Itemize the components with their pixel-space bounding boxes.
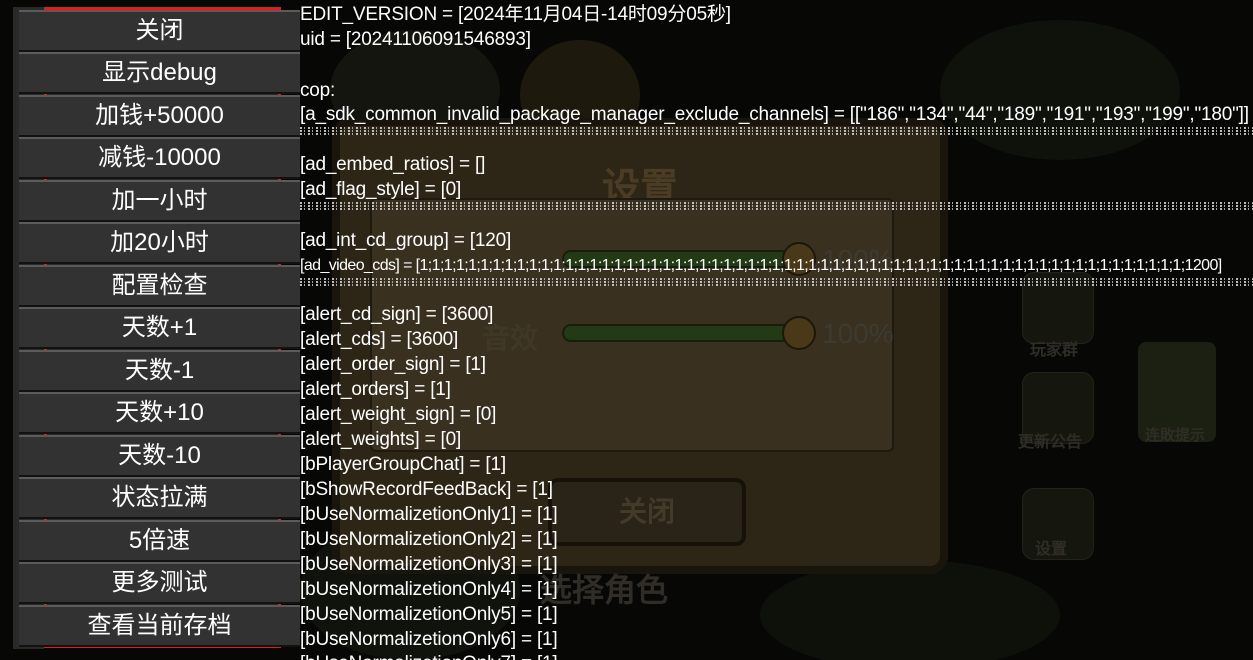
menu-item-day-plus-1[interactable]: 天数+1 bbox=[19, 307, 300, 349]
menu-item-add-money[interactable]: 加钱+50000 bbox=[19, 95, 300, 137]
log-entry: [a_sdk_common_invalid_package_manager_ex… bbox=[300, 104, 1249, 125]
log-entry: [bUseNormalizetionOnly5] = [1] bbox=[300, 604, 558, 625]
menu-item-add-one-hour[interactable]: 加一小时 bbox=[19, 180, 300, 222]
menu-item-day-minus-10[interactable]: 天数-10 bbox=[19, 435, 300, 477]
log-entry: [bUseNormalizetionOnly3] = [1] bbox=[300, 554, 558, 575]
log-entry: [alert_cd_sign] = [3600] bbox=[300, 304, 494, 325]
log-entry: [bUseNormalizetionOnly2] = [1] bbox=[300, 529, 558, 550]
menu-item-add-twenty-hours[interactable]: 加20小时 bbox=[19, 222, 300, 264]
menu-item-close[interactable]: 关闭 bbox=[19, 10, 300, 52]
menu-item-view-save[interactable]: 查看当前存档 bbox=[19, 605, 300, 647]
menu-item-5x-speed[interactable]: 5倍速 bbox=[19, 520, 300, 562]
menu-item-day-minus-1[interactable]: 天数-1 bbox=[19, 350, 300, 392]
menu-item-day-plus-10[interactable]: 天数+10 bbox=[19, 392, 300, 434]
menu-item-sub-money[interactable]: 减钱-10000 bbox=[19, 137, 300, 179]
menu-item-config-check[interactable]: 配置检查 bbox=[19, 265, 300, 307]
log-entry: [alert_order_sign] = [1] bbox=[300, 354, 486, 375]
log-entry: [bUseNormalizetionOnly4] = [1] bbox=[300, 579, 558, 600]
log-uid: uid = [20241106091546893] bbox=[300, 29, 531, 50]
log-cop-header: cop: bbox=[300, 80, 336, 101]
menu-item-more-tests[interactable]: 更多测试 bbox=[19, 562, 300, 604]
log-entry: [ad_video_cds] = [1;1;1;1;1;1;1;1;1;1;1;… bbox=[300, 257, 1222, 274]
log-entry: [bUseNormalizetionOnly1] = [1] bbox=[300, 504, 558, 525]
log-entry: [alert_orders] = [1] bbox=[300, 379, 451, 400]
log-entry: [ad_int_cd_group] = [120] bbox=[300, 230, 512, 251]
log-entry: [ad_embed_ratios] = [] bbox=[300, 154, 486, 175]
log-entry: [alert_weight_sign] = [0] bbox=[300, 404, 497, 425]
log-entry: [bPlayerGroupChat] = [1] bbox=[300, 454, 506, 475]
log-entry: [alert_weights] = [0] bbox=[300, 429, 462, 450]
log-entry: [alert_cds] = [3600] bbox=[300, 329, 459, 350]
log-entry: [ad_flag_style] = [0] bbox=[300, 179, 462, 200]
log-entry: [bUseNormalizetionOnly6] = [1] bbox=[300, 629, 558, 650]
debug-menu: 关闭 显示debug 加钱+50000 减钱-10000 加一小时 加20小时 … bbox=[19, 7, 300, 648]
config-log: EDIT_VERSION = [2024年11月04日-14时09分05秒] u… bbox=[300, 2, 1253, 660]
log-entry: [bUseNormalizetionOnly7] = [1] bbox=[300, 651, 558, 660]
log-edit-version: EDIT_VERSION = [2024年11月04日-14时09分05秒] bbox=[300, 4, 731, 25]
menu-item-show-debug[interactable]: 显示debug bbox=[19, 52, 300, 94]
menu-item-max-status[interactable]: 状态拉满 bbox=[19, 477, 300, 519]
log-entry: [bShowRecordFeedBack] = [1] bbox=[300, 479, 553, 500]
